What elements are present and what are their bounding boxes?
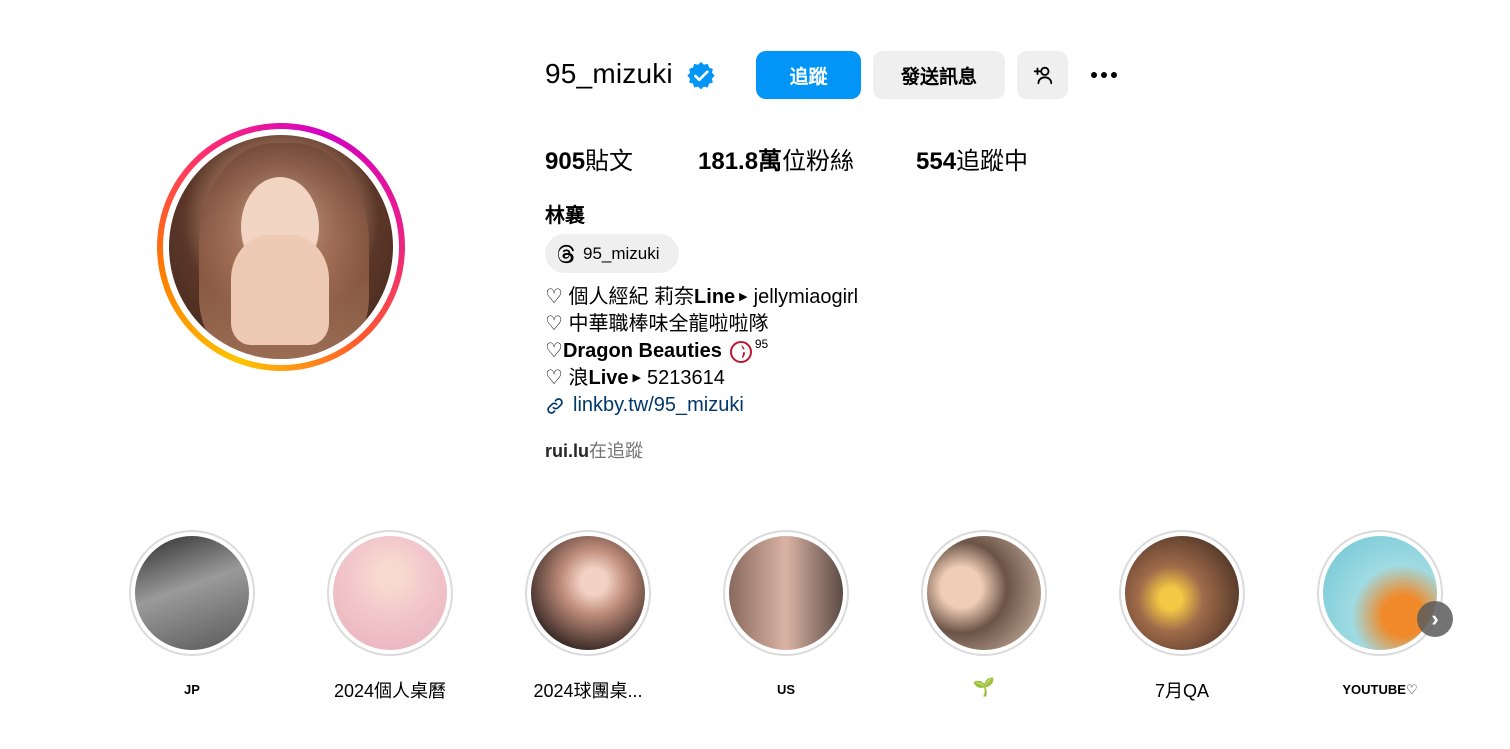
followed-by-user[interactable]: rui.lu (545, 441, 589, 461)
bio-line-1-bold: Line (694, 286, 736, 308)
baseball-icon (729, 340, 752, 363)
followers-count: 181.8萬 (698, 148, 783, 175)
highlight-cover (531, 536, 645, 650)
bio-line-3-prefix: ♡ (545, 340, 563, 362)
highlight-label: YOUTUBE♡ (1342, 682, 1418, 697)
highlight-label: 2024個人桌曆 (333, 681, 447, 701)
highlight-cover (729, 536, 843, 650)
message-button[interactable]: 發送訊息 (873, 51, 1005, 99)
highlight-label: 🌱 (972, 677, 996, 697)
verified-badge-icon (687, 62, 715, 90)
full-name: 林襄 (545, 205, 585, 227)
bio-line-4-prefix: ♡ 浪 (545, 367, 589, 389)
highlight-item[interactable]: 2024個人桌曆 (327, 530, 453, 701)
play-triangle-icon: ▶ (632, 372, 641, 384)
add-person-icon (1033, 66, 1052, 85)
highlight-item[interactable]: 🌱 (921, 530, 1047, 697)
threads-icon (558, 244, 574, 263)
bio-line-4-value: 5213614 (647, 367, 725, 389)
posts-stat: 905貼文 (545, 141, 633, 176)
highlights-next-button[interactable]: › (1417, 601, 1453, 637)
play-triangle-icon: ▶ (739, 291, 748, 303)
bio-line-1-prefix: ♡ 個人經紀 莉奈 (545, 286, 695, 308)
threads-handle: 95_mizuki (583, 243, 660, 263)
highlight-ring[interactable] (921, 530, 1047, 656)
followers-stat[interactable]: 181.8萬位粉絲 (698, 141, 854, 176)
bio-line-3-sup: 95 (754, 337, 769, 351)
highlight-item[interactable]: YOUTUBE♡ (1317, 530, 1443, 697)
chevron-right-icon: › (1431, 606, 1439, 631)
avatar-hands (231, 235, 329, 345)
highlight-ring[interactable] (525, 530, 651, 656)
bio-link[interactable]: linkby.tw/95_mizuki (545, 392, 858, 419)
threads-badge[interactable]: 95_mizuki (545, 234, 679, 273)
highlight-ring[interactable] (723, 530, 849, 656)
following-label: 追蹤中 (956, 148, 1029, 175)
bio-line-3-bold: Dragon Beauties (562, 340, 722, 362)
more-options-icon (1091, 72, 1097, 78)
followed-by-suffix: 在追蹤 (589, 441, 643, 461)
highlight-cover (135, 536, 249, 650)
link-icon (547, 397, 563, 414)
highlight-ring[interactable] (327, 530, 453, 656)
bio-line-1: ♡ 個人經紀 莉奈 Line ▶ jellymiaogirl (545, 284, 858, 311)
suggested-users-button[interactable] (1017, 51, 1068, 99)
highlight-item[interactable]: JP (129, 530, 255, 697)
highlight-label: US (776, 682, 796, 697)
followers-label: 位粉絲 (782, 148, 855, 175)
posts-count: 905 (545, 148, 586, 175)
bio-line-4-bold: Live (588, 367, 629, 389)
highlight-ring[interactable] (129, 530, 255, 656)
highlight-cover (927, 536, 1041, 650)
highlight-cover (333, 536, 447, 650)
following-stat[interactable]: 554追蹤中 (916, 141, 1028, 176)
bio-line-2: ♡ 中華職棒味全龍啦啦隊 (545, 313, 769, 335)
followed-by[interactable]: rui.lu在追蹤 (545, 437, 643, 463)
highlight-item[interactable]: 2024球團桌... (525, 530, 651, 701)
follow-button[interactable]: 追蹤 (756, 51, 861, 99)
posts-label: 貼文 (585, 148, 634, 175)
highlight-ring[interactable] (1119, 530, 1245, 656)
highlight-label: 7月QA (1154, 681, 1210, 701)
bio-line-4: ♡ 浪 Live ▶ 5213614 (545, 365, 858, 392)
bio: ♡ 個人經紀 莉奈 Line ▶ jellymiaogirl ♡ 中華職棒味全龍啦啦隊… (545, 284, 858, 419)
more-options-button[interactable] (1084, 60, 1124, 90)
highlight-item[interactable]: US (723, 530, 849, 697)
bio-link-text[interactable]: linkby.tw/95_mizuki (573, 392, 744, 419)
avatar[interactable] (169, 135, 393, 359)
highlight-cover (1125, 536, 1239, 650)
highlight-label: JP (184, 682, 200, 697)
profile-page: 95_mizuki 追蹤 發送訊息 905貼文 181.8萬位粉絲 554追蹤中… (0, 0, 1510, 749)
profile-username: 95_mizuki (545, 58, 673, 89)
following-count: 554 (916, 148, 957, 175)
bio-line-1-value: jellymiaogirl (753, 286, 859, 308)
highlight-item[interactable]: 7月QA (1119, 530, 1245, 701)
highlight-label: 2024球團桌... (533, 681, 643, 701)
bio-line-3: ♡ Dragon Beauties 95 (545, 337, 858, 365)
highlight-ring[interactable] (1317, 530, 1443, 656)
highlight-cover (1323, 536, 1437, 650)
